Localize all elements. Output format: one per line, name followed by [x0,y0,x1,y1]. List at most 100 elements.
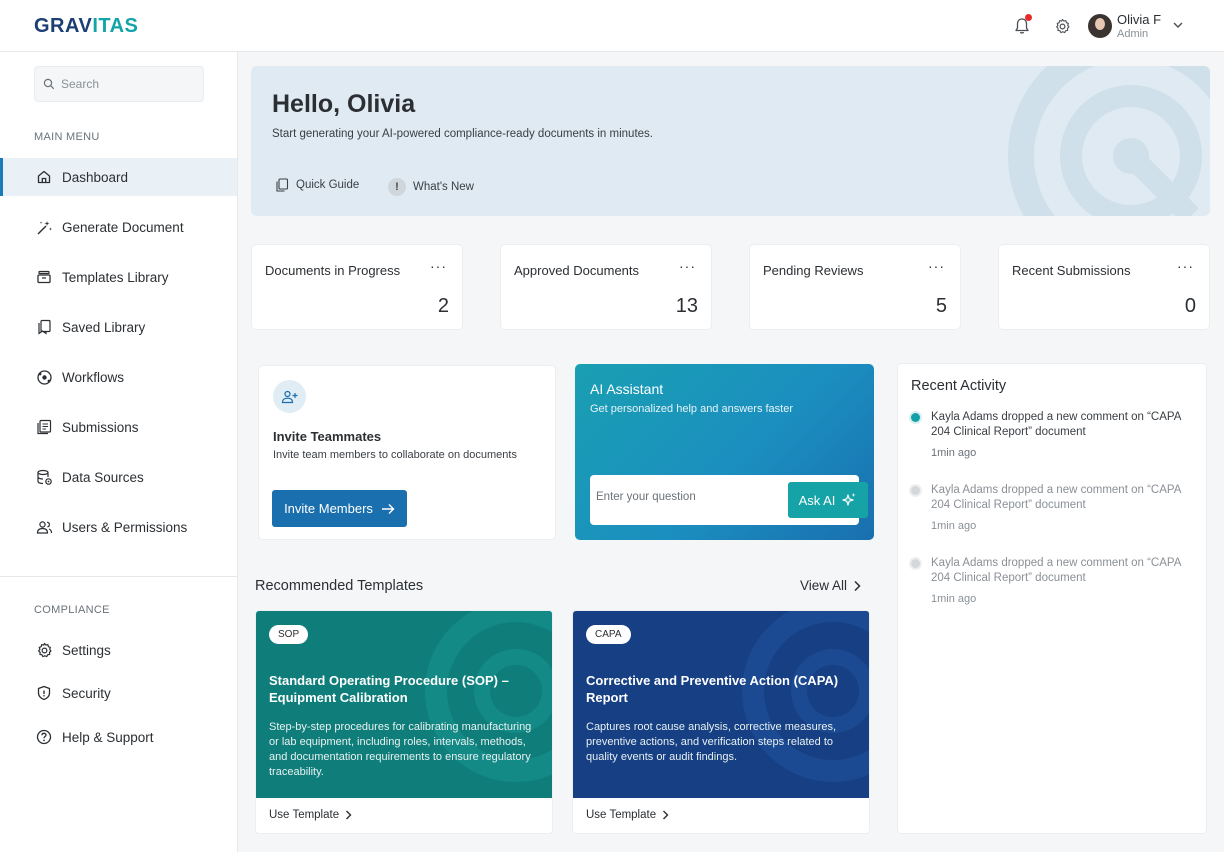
template-description: Step-by-step procedures for calibrating … [269,721,532,778]
sidebar-item-generate-document[interactable]: Generate Document [0,208,237,246]
chevron-right-icon [663,810,669,820]
use-template-button[interactable]: Use Template [586,809,669,821]
use-template-label: Use Template [586,809,657,821]
compliance-label: COMPLIANCE [34,604,110,616]
stat-value: 2 [437,295,449,317]
gear-icon [1055,18,1070,33]
notifications-button[interactable] [1011,14,1033,37]
template-description: Captures root cause analysis, corrective… [586,721,837,763]
ai-title: AI Assistant [590,381,664,397]
whats-new-link[interactable]: ! What's New [388,178,474,196]
ai-description: Get personalized help and answers faster [590,403,794,415]
template-title: Corrective and Preventive Action (CAPA) … [586,673,839,705]
shield-icon [35,684,53,702]
stat-card-recent-submissions[interactable]: Recent Submissions ··· 0 [998,244,1210,330]
sidebar-item-label: Submissions [62,419,139,435]
invite-members-button[interactable]: Invite Members [272,490,407,527]
recent-activity-panel: Recent Activity Kayla Adams dropped a ne… [897,363,1207,834]
quick-guide-label: Quick Guide [296,179,360,191]
use-template-button[interactable]: Use Template [269,809,352,821]
activity-text: Kayla Adams dropped a new comment on “CA… [931,484,1181,511]
ask-ai-button[interactable]: Ask AI [788,482,868,518]
stat-card-pending-reviews[interactable]: Pending Reviews ··· 5 [749,244,961,330]
sidebar-item-label: Workflows [62,369,125,385]
template-tag: SOP [269,625,309,644]
sparkle-icon [842,493,856,506]
sidebar-item-label: Users & Permissions [62,519,188,535]
ask-ai-label: Ask AI [798,492,836,508]
more-options-button[interactable]: ··· [430,258,447,274]
chevron-down-icon [1173,22,1183,28]
sidebar-item-settings[interactable]: Settings [0,631,237,669]
stat-label: Pending Reviews [763,263,864,278]
sidebar-item-label: Help & Support [62,729,154,745]
sidebar-item-data-sources[interactable]: Data Sources [0,458,237,496]
stat-label: Documents in Progress [265,263,401,278]
exclamation-icon: ! [388,178,406,196]
copy-icon [275,178,289,192]
search-icon [43,78,55,90]
view-all-link[interactable]: View All [800,578,861,593]
sidebar-item-dashboard[interactable]: Dashboard [0,158,237,196]
greeting-title: Hello, Olivia [272,90,416,118]
more-options-button[interactable]: ··· [679,258,696,274]
template-card-header: SOP Standard Operating Procedure (SOP) –… [256,611,552,798]
app-logo[interactable]: GRAVITAS [34,15,138,38]
search-box[interactable] [34,66,204,102]
activity-text: Kayla Adams dropped a new comment on “CA… [931,557,1181,584]
search-input[interactable] [61,77,191,91]
users-icon [35,518,53,536]
template-card-capa[interactable]: CAPA Corrective and Preventive Action (C… [572,610,870,834]
stat-card-approved-documents[interactable]: Approved Documents ··· 13 [500,244,712,330]
sidebar-item-users-permissions[interactable]: Users & Permissions [0,508,237,546]
invite-description: Invite team members to collaborate on do… [273,449,517,461]
add-user-icon [273,380,306,413]
whats-new-label: What's New [413,181,474,193]
main-menu-label: MAIN MENU [34,131,100,143]
user-name[interactable]: Olivia F [1117,12,1161,27]
sidebar-item-submissions[interactable]: Submissions [0,408,237,446]
template-tag: CAPA [586,625,631,644]
more-options-button[interactable]: ··· [928,258,945,274]
activity-time: 1min ago [931,447,977,459]
sidebar-item-saved-library[interactable]: Saved Library [0,308,237,346]
bookmark-icon [35,318,53,336]
ai-question-box: Ask AI [590,475,868,525]
more-options-button[interactable]: ··· [1177,258,1194,274]
sidebar-item-workflows[interactable]: Workflows [0,358,237,396]
home-icon [35,168,53,186]
sidebar-item-help-support[interactable]: Help & Support [0,718,237,756]
user-menu-toggle[interactable] [1172,18,1184,36]
chevron-right-icon [346,810,352,820]
settings-button[interactable] [1051,15,1073,37]
workflow-icon [35,368,53,386]
activity-time: 1min ago [931,593,977,605]
read-indicator [911,486,920,495]
sidebar-item-label: Generate Document [62,219,184,235]
read-indicator [911,559,920,568]
recommended-templates-title: Recommended Templates [255,578,424,594]
stat-value: 0 [1184,295,1196,317]
chevron-right-icon [854,580,861,591]
recent-activity-title: Recent Activity [911,378,1007,394]
user-role: Admin [1117,28,1149,40]
sidebar-item-label: Dashboard [62,169,129,185]
stat-value: 5 [935,295,947,317]
user-avatar[interactable] [1088,14,1112,38]
gear-icon [35,641,53,659]
greeting-subtitle: Start generating your AI-powered complia… [272,128,653,140]
view-all-label: View All [800,578,848,593]
sidebar-item-templates-library[interactable]: Templates Library [0,258,237,296]
magic-wand-icon [35,218,53,236]
invite-button-label: Invite Members [284,501,373,516]
template-card-sop[interactable]: SOP Standard Operating Procedure (SOP) –… [255,610,553,834]
stat-card-documents-in-progress[interactable]: Documents in Progress ··· 2 [251,244,463,330]
sidebar: MAIN MENU Dashboard Generate Document Te… [0,52,238,852]
quick-guide-link[interactable]: Quick Guide [275,178,359,192]
unread-indicator [911,413,920,422]
sidebar-item-label: Saved Library [62,319,146,335]
sidebar-item-security[interactable]: Security [0,674,237,712]
ai-question-input[interactable] [596,491,766,503]
top-bar: GRAVITAS Olivia F Admin [0,0,1224,52]
invite-title: Invite Teammates [273,429,382,444]
